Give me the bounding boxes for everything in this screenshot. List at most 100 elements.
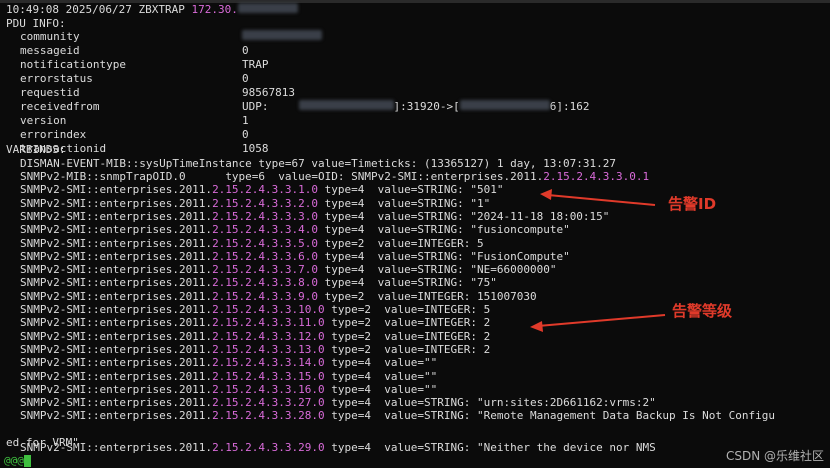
varbind-prefix: SNMPv2-SMI::enterprises.2011. (20, 249, 213, 263)
pdu-title: PDU INFO: (6, 17, 66, 30)
pdu-field-receivedfrom: receivedfrom UDP: ]:31920->[ 6]:162 (20, 100, 589, 114)
varbind-value: type=4 value=STRING: "urn:sites:2D661162… (324, 396, 656, 410)
varbind-value: type=4 value=STRING: "75" (318, 276, 497, 290)
pdu-field-value: 0 (242, 128, 249, 141)
varbind-row: SNMPv2-SMI::enterprises.2011.2.15.2.4.3.… (20, 409, 775, 423)
varbind-prefix: SNMPv2-SMI::enterprises.2011. (20, 329, 213, 343)
varbind-value: type=4 value=STRING: "fusioncompute" (318, 223, 570, 237)
varbind-oid-suffix: 2.15.2.4.3.3.11.0 (212, 316, 325, 330)
redacted-src-address (298, 100, 394, 110)
varbind-row: SNMPv2-SMI::enterprises.2011.2.15.2.4.3.… (20, 316, 490, 330)
varbind-oid-suffix: 2.15.2.4.3.3.6.0 (212, 249, 319, 263)
varbind-row: SNMPv2-SMI::enterprises.2011.2.15.2.4.3.… (20, 276, 497, 290)
varbind-oid-suffix: 2.15.2.4.3.3.27.0 (212, 396, 325, 410)
pdu-field-requestid: requestid 98567813 (20, 86, 295, 100)
varbind-prefix: SNMPv2-MIB::snmpTrapOID.0 (20, 170, 186, 183)
pdu-field-notificationtype: notificationtype TRAP (20, 58, 269, 72)
varbind-value: type=2 value=INTEGER: 2 (324, 342, 491, 356)
pdu-field-key: receivedfrom (20, 100, 100, 113)
pdu-field-messageid: messageid 0 (20, 44, 249, 58)
varbind-oid-suffix: 2.15.2.4.3.3.10.0 (212, 303, 325, 316)
pdu-field-key: messageid (20, 44, 80, 57)
arrow-alarm-id (547, 194, 656, 206)
watermark: CSDN @乐维社区 (725, 449, 824, 463)
varbind-oid-suffix: 2.15.2.4.3.3.5.0 (212, 236, 319, 250)
varbind-prefix: SNMPv2-SMI::enterprises.2011. (20, 396, 213, 410)
varbind-value: type=4 value=STRING: "FusionCompute" (318, 249, 570, 263)
pdu-field-errorindex: errorindex 0 (20, 128, 249, 142)
varbind-row: SNMPv2-SMI::enterprises.2011.2.15.2.4.3.… (20, 330, 490, 344)
pdu-field-value: TRAP (242, 58, 269, 71)
varbind-row: SNMPv2-SMI::enterprises.2011.2.15.2.4.3.… (20, 223, 570, 237)
pdu-field-value: 0 (242, 44, 249, 57)
varbind-value: type=4 value="" (324, 382, 438, 396)
varbind-oid-suffix: 2.15.2.4.3.3.8.0 (212, 276, 319, 290)
pdu-field-key: errorstatus (20, 72, 93, 85)
varbind-row: SNMPv2-SMI::enterprises.2011.2.15.2.4.3.… (20, 183, 503, 197)
varbind-prefix: SNMPv2-SMI::enterprises.2011. (20, 382, 213, 396)
annotation-alarm-level: 告警等级 (672, 302, 733, 320)
varbind-prefix: SNMPv2-SMI::enterprises.2011. (20, 409, 213, 423)
varbind-oid-suffix: 2.15.2.4.3.3.1.0 (212, 183, 319, 197)
arrowhead-alarm-id (540, 189, 552, 200)
redacted-ip (237, 3, 298, 13)
annotation-alarm-id: 告警ID (668, 195, 717, 213)
varbind-oid-suffix: 2.15.2.4.3.3.2.0 (212, 196, 319, 210)
varbind-value: type=4 value=STRING: "2024-11-18 18:00:1… (318, 209, 610, 223)
pdu-field-key: notificationtype (20, 58, 126, 71)
varbind-prefix: SNMPv2-SMI::enterprises.2011. (20, 303, 213, 316)
pdu-field-key: errorindex (20, 128, 87, 141)
varbind-value: type=4 value=STRING: "501" (318, 183, 504, 197)
pdu-field-key: community (20, 30, 80, 43)
pdu-field-errorstatus: errorstatus 0 (20, 72, 249, 86)
uptime-line: DISMAN-EVENT-MIB::sysUpTimeInstance type… (20, 157, 617, 170)
pdu-field-key: requestid (20, 86, 80, 99)
varbind-oid-suffix: 2.15.2.4.3.3.13.0 (212, 342, 325, 356)
varbind-row: SNMPv2-SMI::enterprises.2011.2.15.2.4.3.… (20, 197, 490, 211)
varbind-row: SNMPv2-MIB::snmpTrapOID.0 type=6 value=O… (20, 170, 649, 184)
varbind-prefix: SNMPv2-SMI::enterprises.2011. (20, 316, 213, 330)
varbind-oid-suffix: 2.15.2.4.3.3.0.1 (543, 170, 650, 183)
varbind-oid-suffix: 2.15.2.4.3.3.15.0 (212, 369, 325, 383)
varbind-oid-suffix: 2.15.2.4.3.3.12.0 (212, 329, 325, 343)
varbind-prefix: SNMPv2-SMI::enterprises.2011. (20, 236, 213, 250)
varbind-mid: type=6 value=OID: SNMPv2-SMI::enterprise… (185, 170, 544, 183)
varbind-oid-suffix: 2.15.2.4.3.3.7.0 (212, 263, 319, 277)
terminal-window[interactable]: 10:49:08 2025/06/27 ZBXTRAP 172.30. PDU … (0, 0, 830, 468)
varbind-oid-suffix: 2.15.2.4.3.3.3.0 (212, 209, 319, 223)
varbind-row: SNMPv2-SMI::enterprises.2011.2.15.2.4.3.… (20, 263, 556, 277)
varbind-value: type=2 value=INTEGER: 151007030 (318, 289, 537, 303)
shell-prompt[interactable]: @@@ (4, 454, 31, 468)
redacted-community (242, 30, 322, 40)
varbind-row: SNMPv2-SMI::enterprises.2011.2.15.2.4.3.… (20, 237, 484, 251)
pdu-field-community: community (20, 30, 322, 44)
varbind-row: SNMPv2-SMI::enterprises.2011.2.15.2.4.3.… (20, 250, 570, 264)
varbind-value: type=2 value=INTEGER: 2 (324, 316, 491, 330)
varbind-value: type=4 value=STRING: "NE=66000000" (318, 263, 557, 277)
varbind-value: type=4 value="" (324, 356, 438, 370)
varbind-prefix: SNMPv2-SMI::enterprises.2011. (20, 356, 213, 370)
varbind-prefix: SNMPv2-SMI::enterprises.2011. (20, 276, 213, 290)
pdu-field-value: 98567813 (242, 86, 295, 99)
pdu-field-value: 1 (242, 114, 249, 127)
varbind-prefix: SNMPv2-SMI::enterprises.2011. (20, 342, 213, 356)
varbind-row: SNMPv2-SMI::enterprises.2011.2.15.2.4.3.… (20, 383, 437, 397)
pdu-field-version: version 1 (20, 114, 249, 128)
varbind-row: SNMPv2-SMI::enterprises.2011.2.15.2.4.3.… (20, 303, 490, 317)
varbind-prefix: SNMPv2-SMI::enterprises.2011. (20, 289, 213, 303)
varbind-row: SNMPv2-SMI::enterprises.2011.2.15.2.4.3.… (20, 370, 437, 384)
varbind-oid-suffix: 2.15.2.4.3.3.9.0 (212, 289, 319, 303)
trap-tag: ZBXTRAP (138, 3, 185, 16)
varbind-prefix: SNMPv2-SMI::enterprises.2011. (20, 209, 213, 223)
pdu-field-value: UDP: (242, 100, 269, 113)
src-port: ]:31920->[ (393, 100, 460, 113)
dst-port: 6]:162 (549, 100, 590, 113)
pdu-field-value: 1058 (242, 142, 269, 155)
source-ip: 172.30. (191, 3, 238, 16)
arrowhead-alarm-level (530, 321, 543, 332)
pdu-field-key: version (20, 114, 67, 127)
varbind-prefix: SNMPv2-SMI::enterprises.2011. (20, 196, 213, 210)
trap-header-line: 10:49:08 2025/06/27 ZBXTRAP 172.30. (6, 3, 298, 17)
varbind-oid-suffix: 2.15.2.4.3.3.28.0 (212, 409, 325, 423)
varbind-value: type=4 value="" (324, 369, 438, 383)
